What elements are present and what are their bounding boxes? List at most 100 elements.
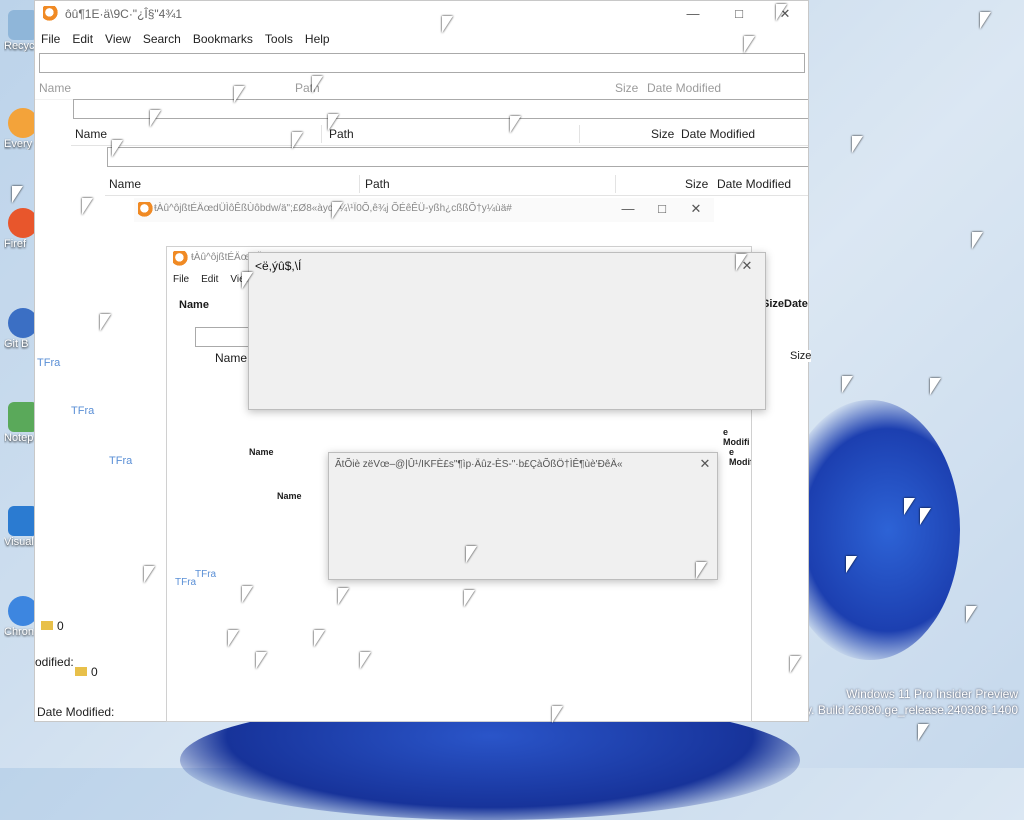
cursor-icon bbox=[930, 378, 941, 395]
cursor-icon bbox=[464, 590, 475, 607]
cursor-icon bbox=[510, 116, 521, 133]
folder-count: 0 bbox=[41, 619, 64, 633]
col-size: Size bbox=[790, 350, 812, 362]
cursor-icon bbox=[736, 254, 747, 271]
cursor-icon bbox=[234, 86, 245, 103]
fragment-name: Name bbox=[277, 491, 302, 501]
cursor-icon bbox=[112, 140, 123, 157]
cursor-icon bbox=[744, 36, 755, 53]
ghost-search-input bbox=[73, 99, 808, 119]
menu-edit[interactable]: Edit bbox=[66, 29, 99, 49]
fragment-date: e Modifi bbox=[723, 427, 750, 447]
dialog-bottom: ÃtÕiè zëVœ–@|Û¹/IKFÈ£s"¶ìp·Äûz-ÈS-"·b£Çà… bbox=[328, 452, 718, 580]
ghost-search-input-2 bbox=[107, 147, 808, 167]
fragment-tfra: TFra bbox=[37, 357, 61, 369]
dialog-bottom-title: ÃtÕiè zëVœ–@|Û¹/IKFÈ£s"¶ìp·Äûz-ÈS-"·b£Çà… bbox=[335, 459, 623, 470]
col-name: Name bbox=[179, 299, 209, 311]
second-window: ŧÀû^ôjßtÉÄœdÜÌôÊßÙôbdw/ä";£Ø8«àyd«¼\¹Ï0Õ… bbox=[134, 198, 714, 222]
folder-icon bbox=[75, 667, 87, 676]
ghost-col-path: Path bbox=[365, 177, 390, 191]
watermark-line-2: opy. Build 26080.ge_release.240308-1400 bbox=[792, 703, 1018, 717]
status-fragment: odified: bbox=[35, 655, 74, 669]
close-button[interactable]: ✕ bbox=[686, 200, 706, 218]
minimize-button[interactable]: — bbox=[618, 200, 638, 218]
cursor-icon bbox=[256, 652, 267, 669]
cursor-icon bbox=[846, 556, 857, 573]
windows-watermark: Windows 11 Pro Insider Preview opy. Buil… bbox=[793, 686, 1018, 718]
col-date: Date bbox=[784, 298, 808, 310]
cursor-icon bbox=[100, 314, 111, 331]
cursor-icon bbox=[82, 198, 93, 215]
main-titlebar[interactable]: ôû¶1E·ä\9C·"¿Î§"4¾1 — □ ✕ bbox=[35, 1, 808, 27]
col-divider bbox=[359, 175, 360, 193]
watermark-line-1: Windows 11 Pro Insider Preview bbox=[846, 687, 1018, 701]
cursor-icon bbox=[12, 186, 23, 203]
ghost-column-header: Name Path Size Date Modified bbox=[71, 123, 808, 146]
menu-view[interactable]: View bbox=[99, 29, 137, 49]
ghost-col-date: Date Modified bbox=[681, 127, 756, 141]
cursor-icon bbox=[696, 562, 707, 579]
col-date[interactable]: Date Modified bbox=[647, 81, 721, 95]
col-divider bbox=[321, 125, 322, 143]
main-window-title: ôû¶1E·ä\9C·"¿Î§"4¾1 bbox=[65, 7, 183, 21]
search-input[interactable] bbox=[39, 53, 805, 73]
dialog-top-title: <ë,ýû$,\Í bbox=[255, 259, 302, 273]
col-name[interactable]: Name bbox=[39, 81, 71, 95]
ghost-col-size: Size bbox=[685, 177, 709, 191]
folder-icon bbox=[41, 621, 53, 630]
cursor-icon bbox=[292, 132, 303, 149]
close-button[interactable]: ✕ bbox=[695, 455, 715, 473]
search-app-icon bbox=[173, 251, 189, 267]
cursor-icon bbox=[842, 376, 853, 393]
main-menubar: File Edit View Search Bookmarks Tools Help bbox=[35, 29, 808, 51]
fragment-tfra: TFra bbox=[71, 405, 95, 417]
maximize-button[interactable]: □ bbox=[729, 5, 749, 23]
col-name: Name bbox=[215, 351, 248, 365]
menu-tools[interactable]: Tools bbox=[259, 29, 299, 49]
fragment-tfra: TFra bbox=[175, 577, 197, 588]
cursor-icon bbox=[552, 706, 563, 723]
status-date-modified: Date Modified: bbox=[37, 705, 115, 719]
search-app-icon bbox=[138, 202, 154, 218]
cursor-icon bbox=[466, 546, 477, 563]
fragment-tfra: TFra bbox=[195, 569, 217, 580]
cursor-icon bbox=[314, 630, 325, 647]
cursor-icon bbox=[904, 498, 915, 515]
cursor-icon bbox=[918, 724, 929, 741]
cursor-icon bbox=[790, 656, 801, 673]
cursor-icon bbox=[360, 652, 371, 669]
menu-file[interactable]: File bbox=[167, 271, 195, 288]
cursor-icon bbox=[442, 16, 453, 33]
cursor-icon bbox=[920, 508, 931, 525]
menu-edit[interactable]: Edit bbox=[195, 271, 224, 288]
fragment-date: e Modifi bbox=[729, 447, 751, 467]
cursor-icon bbox=[312, 76, 323, 93]
menu-search[interactable]: Search bbox=[137, 29, 187, 49]
column-header: Name Path Size Date Modified bbox=[35, 77, 808, 100]
menu-bookmarks[interactable]: Bookmarks bbox=[187, 29, 259, 49]
minimize-button[interactable]: — bbox=[683, 5, 703, 23]
cursor-icon bbox=[228, 630, 239, 647]
cursor-icon bbox=[144, 566, 155, 583]
col-size[interactable]: Size bbox=[615, 81, 638, 95]
ghost-column-header-2: Name Path Size Date Modified bbox=[105, 173, 808, 196]
fragment-name: Name bbox=[249, 447, 274, 457]
cursor-icon bbox=[972, 232, 983, 249]
cursor-icon bbox=[980, 12, 991, 29]
ghost-col-name: Name bbox=[109, 177, 142, 191]
cursor-icon bbox=[242, 272, 253, 289]
menu-file[interactable]: File bbox=[35, 29, 66, 49]
cursor-icon bbox=[966, 606, 977, 623]
cursor-icon bbox=[332, 202, 343, 219]
search-app-icon bbox=[43, 6, 59, 22]
folder-count-2: 0 bbox=[75, 665, 98, 679]
dialog-top: <ë,ýû$,\Í ✕ bbox=[248, 252, 766, 410]
cursor-icon bbox=[328, 114, 339, 131]
menu-help[interactable]: Help bbox=[299, 29, 336, 49]
ghost-col-size: Size bbox=[651, 127, 675, 141]
cursor-icon bbox=[852, 136, 863, 153]
cursor-icon bbox=[242, 586, 253, 603]
maximize-button[interactable]: □ bbox=[652, 200, 672, 218]
fragment-tfra: TFra bbox=[109, 455, 133, 467]
cursor-icon bbox=[338, 588, 349, 605]
